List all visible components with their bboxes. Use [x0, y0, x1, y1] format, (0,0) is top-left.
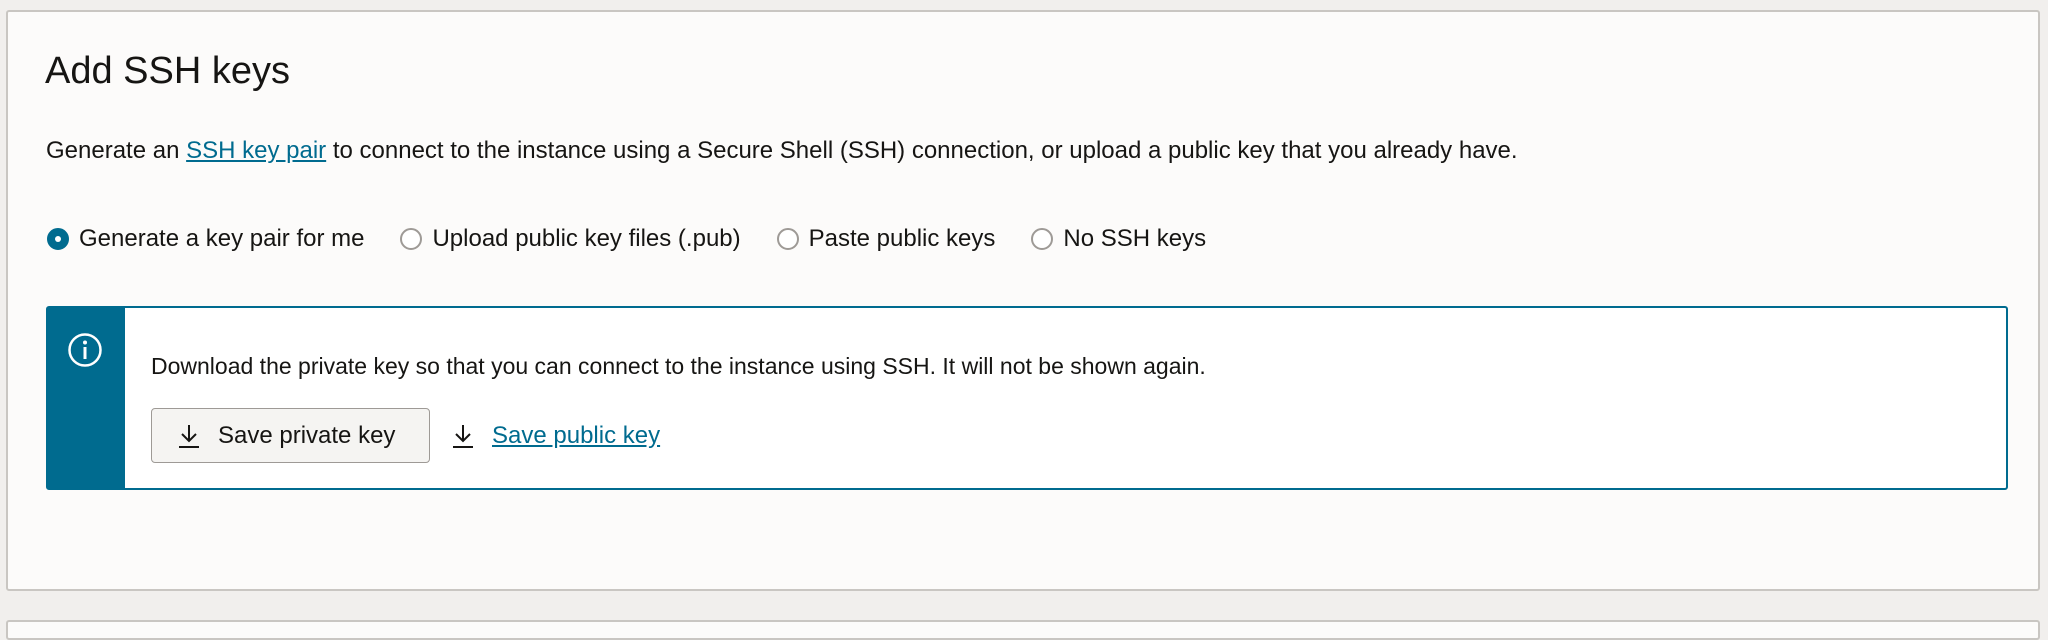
save-private-key-label: Save private key — [218, 421, 396, 449]
next-section-panel — [6, 620, 2040, 640]
ssh-key-pair-link[interactable]: SSH key pair — [186, 137, 326, 164]
info-content: Download the private key so that you can… — [125, 308, 2006, 488]
radio-generate-key-pair[interactable]: Generate a key pair for me — [47, 225, 364, 253]
radio-upload-public-key[interactable]: Upload public key files (.pub) — [400, 225, 741, 253]
download-icon — [453, 424, 473, 448]
radio-label-upload: Upload public key files (.pub) — [432, 225, 741, 252]
radio-button-upload[interactable] — [400, 228, 423, 250]
radio-label-none: No SSH keys — [1063, 225, 1207, 252]
ssh-key-option-group: Generate a key pair for me Upload public… — [47, 225, 1242, 253]
radio-no-ssh-keys[interactable]: No SSH keys — [1031, 225, 1206, 253]
description-suffix: to connect to the instance using a Secur… — [326, 137, 1518, 164]
panel-description: Generate an SSH key pair to connect to t… — [46, 137, 1518, 165]
info-icon — [68, 333, 102, 367]
download-icon — [179, 424, 199, 448]
info-message-box: Download the private key so that you can… — [46, 306, 2008, 490]
radio-button-paste[interactable] — [776, 228, 799, 250]
radio-label-paste: Paste public keys — [808, 225, 996, 252]
panel-title: Add SSH keys — [45, 50, 290, 92]
radio-label-generate: Generate a key pair for me — [79, 225, 365, 252]
radio-button-generate[interactable] — [47, 228, 69, 250]
info-rail — [48, 308, 125, 488]
add-ssh-keys-panel: Add SSH keys Generate an SSH key pair to… — [6, 10, 2040, 591]
save-private-key-button[interactable]: Save private key — [151, 408, 430, 463]
radio-button-none[interactable] — [1031, 228, 1054, 250]
page-top-strip — [0, 0, 2048, 8]
description-prefix: Generate an — [46, 137, 187, 164]
save-public-key-link[interactable]: Save public key — [450, 408, 660, 463]
save-public-key-label[interactable]: Save public key — [492, 422, 660, 450]
radio-paste-public-keys[interactable]: Paste public keys — [776, 225, 996, 253]
info-message: Download the private key so that you can… — [151, 353, 1206, 379]
